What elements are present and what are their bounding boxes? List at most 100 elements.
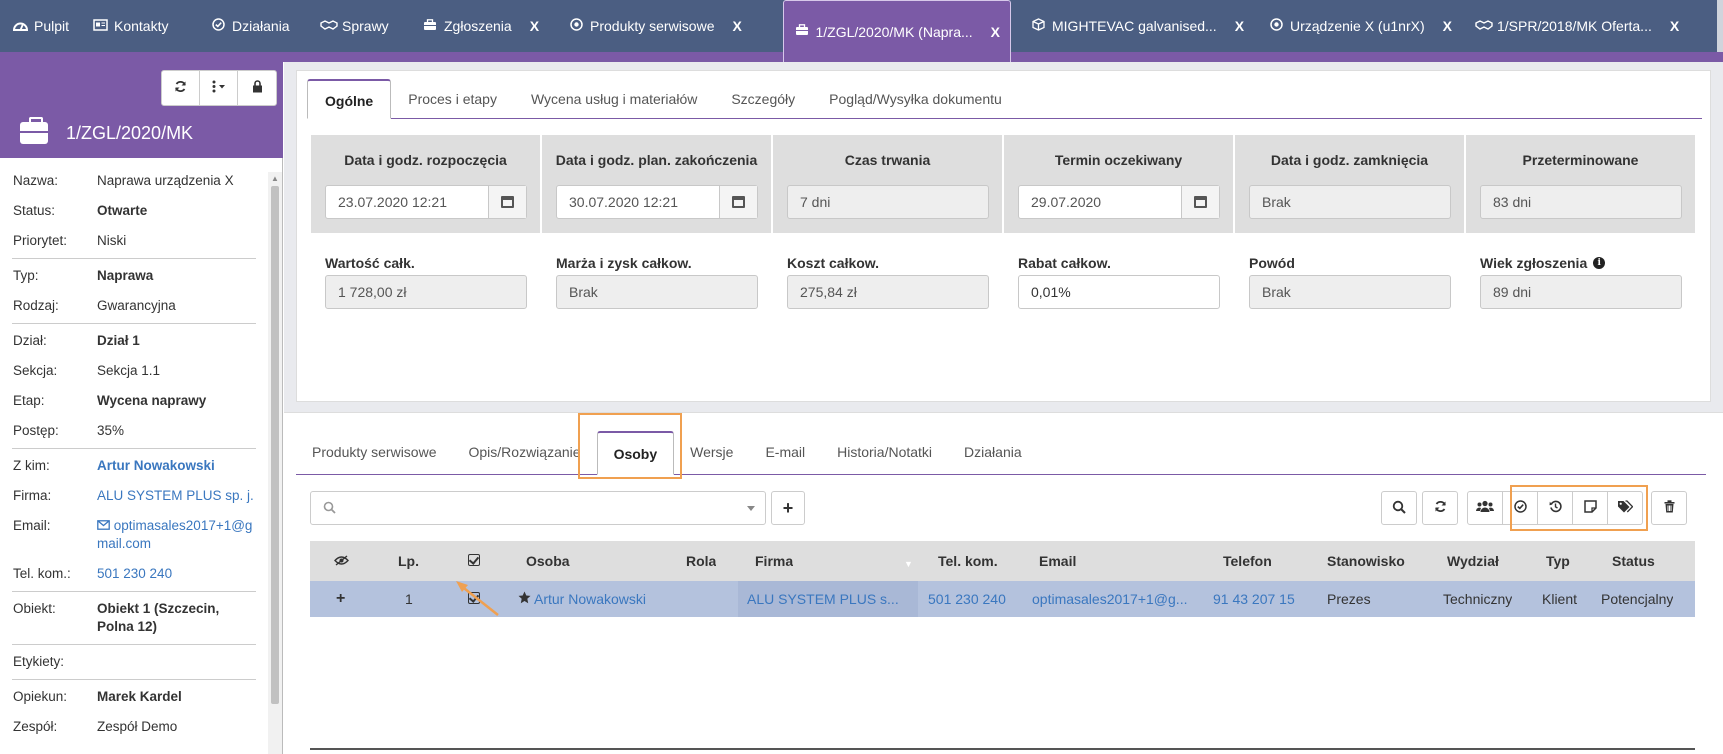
tab-sprawy[interactable]: Sprawy [310, 0, 399, 52]
lock-button[interactable] [238, 71, 276, 105]
column-wydzial[interactable]: Wydział [1447, 553, 1499, 569]
close-icon[interactable]: X [1670, 18, 1679, 34]
tab-dzialania[interactable]: Działania [948, 431, 1038, 474]
tab-email[interactable]: E-mail [749, 431, 821, 474]
close-icon[interactable]: X [1235, 18, 1244, 34]
divider [12, 323, 256, 324]
tab-wycena[interactable]: Wycena usług i materiałów [514, 79, 714, 118]
discount-input[interactable]: 0,01% [1018, 275, 1220, 309]
field-nazwa: Nazwa: Naprawa urządzenia X [13, 173, 234, 188]
envelope-icon [97, 518, 110, 533]
info-icon[interactable]: i [1593, 257, 1606, 269]
scroll-up-arrow-icon[interactable]: ▲ [271, 174, 279, 183]
tab-proces-etapy[interactable]: Proces i etapy [391, 79, 514, 118]
sidebar-scrollbar[interactable]: ▲ [268, 172, 282, 754]
column-status[interactable]: Status [1612, 553, 1655, 569]
person-search-select[interactable] [310, 491, 766, 525]
email-link[interactable]: optimasales2017+1@gmail.com [97, 517, 257, 553]
field-obiekt: Obiekt: Obiekt 1 (Szczecin, Polna 12) [13, 601, 220, 634]
column-rola[interactable]: Rola [686, 553, 716, 569]
phone-link[interactable]: 91 43 207 15 [1213, 591, 1295, 607]
column-typ[interactable]: Typ [1546, 553, 1570, 569]
add-person-button[interactable]: + [771, 491, 805, 525]
refresh-button[interactable] [162, 71, 200, 105]
select-all-checkbox[interactable] [468, 553, 480, 569]
refresh-button[interactable] [1422, 491, 1458, 525]
tab-poglad-wysylka[interactable]: Pogląd/Wysyłka dokumentu [812, 79, 1019, 118]
mobile-phone-link[interactable]: 501 230 240 [928, 591, 1006, 607]
column-osoba[interactable]: Osoba [526, 553, 570, 569]
calendar-icon[interactable] [488, 186, 526, 218]
email-link[interactable]: optimasales2017+1@g... [1032, 591, 1192, 607]
search-button[interactable] [1381, 491, 1417, 525]
tab-historia-notatki[interactable]: Historia/Notatki [821, 431, 948, 474]
tabs-scroll-indicator[interactable] [1717, 0, 1723, 52]
tab-pulpit[interactable]: Pulpit [2, 0, 79, 52]
column-telefon[interactable]: Telefon [1223, 553, 1272, 569]
close-icon[interactable]: X [733, 18, 742, 34]
column-email[interactable]: Email [1039, 553, 1076, 569]
favorite-star-icon[interactable] [518, 591, 531, 607]
discount-cell: Rabat całkow. 0,01% [1004, 255, 1233, 315]
tab-produkty-serwisowe[interactable]: Produkty serwisowe X [558, 0, 752, 52]
cube-icon [1030, 18, 1046, 34]
persons-panel: Produkty serwisowe Opis/Rozwiązanie Osob… [284, 412, 1723, 754]
table-row[interactable]: + 1 Artur Nowakowski ALU SYSTEM PLUS s..… [310, 581, 1695, 617]
options-menu-button[interactable] [200, 71, 238, 105]
tab-kontakty[interactable]: Kontakty [82, 0, 178, 52]
start-date-input[interactable]: 23.07.2020 12:21 [325, 185, 527, 219]
column-telkom[interactable]: Tel. kom. [938, 553, 998, 569]
tab-zgloszenia[interactable]: Zgłoszenia X [412, 0, 549, 52]
company-link[interactable]: ALU SYSTEM PLUS sp. j. [97, 487, 257, 505]
duration-cell: Czas trwania 7 dni [773, 135, 1002, 233]
field-zkim: Z kim: Artur Nowakowski [0, 457, 268, 475]
column-firma[interactable]: Firma [755, 553, 793, 569]
total-cost-field: 275,84 zł [787, 275, 989, 309]
column-lp[interactable]: Lp. [398, 553, 419, 569]
annotation-arrow [456, 581, 499, 616]
tab-mightevac[interactable]: MIGHTEVAC galvanised... X [1020, 0, 1254, 52]
calendar-icon[interactable] [719, 186, 757, 218]
group-users-button[interactable] [1467, 491, 1503, 525]
delete-button[interactable] [1651, 491, 1687, 525]
person-link[interactable]: Artur Nowakowski [534, 591, 679, 607]
tab-ogolne[interactable]: Ogólne [307, 79, 392, 119]
dot-circle-icon [568, 18, 584, 34]
close-icon[interactable]: X [1443, 18, 1452, 34]
field-sekcja: Sekcja: Sekcja 1.1 [13, 363, 161, 378]
general-panel: Ogólne Proces i etapy Wycena usług i mat… [296, 70, 1711, 402]
expand-row-icon[interactable]: + [336, 590, 345, 608]
divider [12, 644, 256, 645]
start-date-cell: Data i godz. rozpoczęcia 23.07.2020 12:2… [311, 135, 540, 233]
close-icon[interactable]: X [991, 24, 1000, 40]
highlight-osoby-tab [578, 413, 682, 479]
visibility-icon[interactable] [334, 553, 349, 569]
company-link[interactable]: ALU SYSTEM PLUS s... [747, 591, 913, 607]
values-grid: Wartość całk. 1 728,00 zł Marża i zysk c… [311, 255, 1695, 315]
calendar-icon[interactable] [1181, 186, 1219, 218]
record-actions [161, 70, 277, 106]
column-stanowisko[interactable]: Stanowisko [1327, 553, 1405, 569]
phone-link[interactable]: 501 230 240 [97, 565, 257, 583]
tab-zgloszenie-active[interactable]: 1/ZGL/2020/MK (Napra... X [783, 0, 1011, 62]
field-email: Email: optimasales2017+1@gmail.com [0, 517, 268, 553]
search-icon [1392, 500, 1406, 517]
scrollbar-thumb[interactable] [271, 186, 279, 704]
tab-szczegoly[interactable]: Szczegóły [714, 79, 812, 118]
lock-icon [252, 80, 263, 96]
divider [12, 679, 256, 680]
persons-table: Lp. Osoba Rola Firma ▼ Tel. kom. Email T… [310, 541, 1695, 617]
contact-link[interactable]: Artur Nowakowski [97, 457, 257, 475]
tab-dzialania[interactable]: Działania [200, 0, 300, 52]
main-tabs: Ogólne Proces i etapy Wycena usług i mat… [307, 79, 1702, 119]
expected-date-input[interactable]: 29.07.2020 [1018, 185, 1220, 219]
tab-urzadzenie-x[interactable]: Urządzenie X (u1nrX) X [1258, 0, 1462, 52]
tab-produkty-serwisowe[interactable]: Produkty serwisowe [296, 431, 453, 474]
planned-end-input[interactable]: 30.07.2020 12:21 [556, 185, 758, 219]
tab-wersje[interactable]: Wersje [674, 431, 749, 474]
sort-desc-icon[interactable]: ▼ [904, 559, 913, 569]
tab-opis-rozwiazanie[interactable]: Opis/Rozwiązanie [453, 431, 597, 474]
tab-spr-oferta[interactable]: 1/SPR/2018/MK Oferta... X [1465, 0, 1689, 52]
overdue-field: 83 dni [1480, 185, 1682, 219]
close-icon[interactable]: X [530, 18, 539, 34]
